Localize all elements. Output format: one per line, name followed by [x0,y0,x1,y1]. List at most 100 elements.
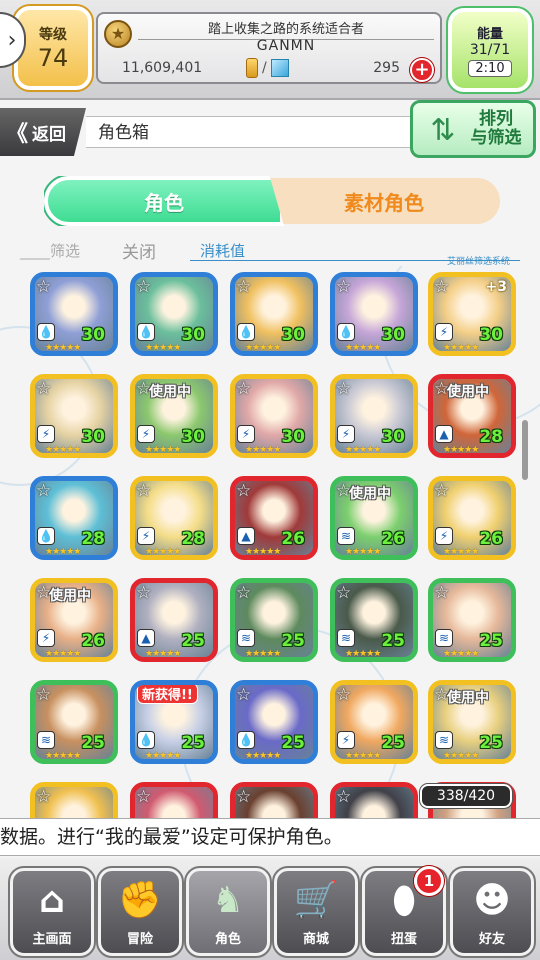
filter-close-toggle[interactable]: 关闭 [122,238,156,263]
rarity-stars: ★★★★★ [45,547,81,557]
favorite-star-icon[interactable]: ☆ [136,787,151,807]
character-card[interactable]: ☆ ≋ 25 ★★★★★ [428,578,516,662]
character-card[interactable]: ☆ [330,782,418,818]
favorite-star-icon[interactable]: ☆ [236,583,251,603]
character-card[interactable]: ☆ ⚡ 30 ★★★★★ [30,374,118,458]
favorite-star-icon[interactable]: ☆ [36,685,51,705]
back-button[interactable]: 《 返回 [0,108,86,156]
rarity-stars: ★★★★★ [345,751,381,761]
character-card[interactable]: ☆ 使用中 ≋ 26 ★★★★★ [330,476,418,560]
sort-filter-icon: ⇅ [430,113,456,148]
character-card[interactable]: ☆ [130,782,218,818]
fire-attribute-icon: ▲ [137,629,155,647]
level-label: 等级 [39,27,67,43]
favorite-star-icon[interactable]: ☆ [336,277,351,297]
character-card[interactable]: ☆ [30,782,118,818]
character-card[interactable]: ☆ ⚡ 25 ★★★★★ [330,680,418,764]
favorite-star-icon[interactable]: ☆ [434,481,449,501]
sort-filter-button[interactable]: ⇅ 排列 与筛选 [410,100,536,158]
character-card[interactable]: ☆ 使用中 ⚡ 26 ★★★★★ [30,578,118,662]
new-badge: 新获得!! [137,685,198,704]
add-gems-button[interactable]: + [410,58,434,82]
favorite-star-icon[interactable]: ☆ [136,583,151,603]
rarity-stars: ★★★★★ [145,547,181,557]
nav-handshake-button[interactable]: ✊ 冒险 [96,866,184,958]
grid-scrollbar[interactable] [522,420,528,480]
character-grid: ☆ 💧 30 ★★★★★ ☆ 💧 30 ★★★★★ ☆ 💧 30 ★★★★★ ☆ 💧 30 ★★★★★ ☆ +3 ⚡… [0,266,540,818]
favorite-star-icon[interactable]: ☆ [236,379,251,399]
favorite-star-icon[interactable]: ☆ [236,787,251,807]
wind-attribute-icon: ≋ [337,629,355,647]
nav-friends-button[interactable]: ☻ 好友 [448,866,536,958]
character-card[interactable]: ☆ ≋ 25 ★★★★★ [230,578,318,662]
character-card[interactable]: ☆ 使用中 ⚡ 30 ★★★★★ [130,374,218,458]
nav-home-button[interactable]: ⌂ 主画面 [8,866,96,958]
home-icon: ⌂ [39,880,65,921]
favorite-star-icon[interactable]: ☆ [236,277,251,297]
tab-characters[interactable]: 角色 [44,176,284,226]
nav-cart-button[interactable]: 🛒 商城 [272,866,360,958]
character-card[interactable]: ☆新获得!!💧25★★★★★ [130,680,218,764]
water-attribute-icon: 💧 [137,323,155,341]
energy-box: 能量 31/71 2:10 [446,6,534,94]
character-card[interactable]: ☆ 💧 30 ★★★★★ [30,272,118,356]
character-card[interactable]: ☆ ▲ 25 ★★★★★ [130,578,218,662]
character-card[interactable]: ☆ 💧 30 ★★★★★ [130,272,218,356]
tab-material-characters[interactable]: 素材角色 [268,178,500,224]
character-card[interactable]: ☆ ⚡ 30 ★★★★★ [230,374,318,458]
level-value: 74 [37,44,69,72]
favorite-star-icon[interactable]: ☆ [336,583,351,603]
wind-attribute-icon: ≋ [237,629,255,647]
thunder-attribute-icon: ⚡ [337,731,355,749]
character-card[interactable]: ☆ 💧 30 ★★★★★ [330,272,418,356]
gold-amount: 11,609,401 [122,60,203,76]
character-card[interactable]: ☆ ⚡ 26 ★★★★★ [428,476,516,560]
favorite-star-icon[interactable]: ☆ [136,277,151,297]
favorite-star-icon[interactable]: ☆ [336,685,351,705]
gacha-notification-badge: 1 [414,866,444,896]
nav-rabbit-button[interactable]: ♞ 角色 [184,866,272,958]
user-panel: ★ 踏上收集之路的系统适合者 GANMN 11,609,401 / 295 + [96,12,442,84]
rarity-stars: ★★★★★ [145,649,181,659]
rarity-stars: ★★★★★ [245,547,281,557]
nav-label: 好友 [478,932,505,947]
character-level: 26 [479,529,503,549]
character-card[interactable]: ☆ 💧 25 ★★★★★ [230,680,318,764]
character-level: 26 [381,529,405,549]
character-card[interactable]: ☆ 使用中 ▲ 28 ★★★★★ [428,374,516,458]
rarity-stars: ★★★★★ [245,445,281,455]
filter-divider [19,258,51,260]
nav-label: 主画面 [32,932,72,947]
in-use-badge: 使用中 [349,486,391,502]
character-card[interactable]: ☆ ⚡ 28 ★★★★★ [130,476,218,560]
favorite-star-icon[interactable]: ☆ [36,277,51,297]
character-level: 25 [181,631,205,651]
favorite-star-icon[interactable]: ☆ [336,379,351,399]
character-card[interactable]: ☆ ⚡ 30 ★★★★★ [330,374,418,458]
thunder-attribute-icon: ⚡ [435,527,453,545]
character-card[interactable]: ☆ ≋ 25 ★★★★★ [30,680,118,764]
favorite-star-icon[interactable]: ☆ [434,583,449,603]
username: GANMN [256,38,316,54]
favorite-star-icon[interactable]: ☆ [36,787,51,807]
character-card[interactable]: ☆ +3 ⚡ 30 ★★★★★ [428,272,516,356]
character-card[interactable]: ☆ 使用中 ≋ 25 ★★★★★ [428,680,516,764]
character-card[interactable]: ☆ 💧 30 ★★★★★ [230,272,318,356]
favorite-star-icon[interactable]: ☆ [236,481,251,501]
character-level: 30 [381,325,405,345]
favorite-star-icon[interactable]: ☆ [36,481,51,501]
favorite-star-icon[interactable]: ☆ [336,787,351,807]
character-card[interactable]: ☆ ▲ 26 ★★★★★ [230,476,318,560]
character-count-badge: 338/420 [419,783,513,809]
favorite-star-icon[interactable]: ☆ [136,481,151,501]
bottom-navigation: ⌂ 主画面 ✊ 冒险 ♞ 角色 🛒 商城 ⬮ 扭蛋 ☻ 好友 [0,858,540,960]
favorite-star-icon[interactable]: ☆ [434,277,449,297]
character-card[interactable]: ☆ 💧 28 ★★★★★ [30,476,118,560]
currency-icons: / [246,58,289,78]
favorite-star-icon[interactable]: ☆ [36,379,51,399]
character-card[interactable]: ☆ [230,782,318,818]
favorite-star-icon[interactable]: ☆ [236,685,251,705]
sort-by-consume-value[interactable]: 消耗值 [200,240,245,261]
character-card[interactable]: ☆ ≋ 25 ★★★★★ [330,578,418,662]
level-box: 等级 74 [12,4,94,92]
